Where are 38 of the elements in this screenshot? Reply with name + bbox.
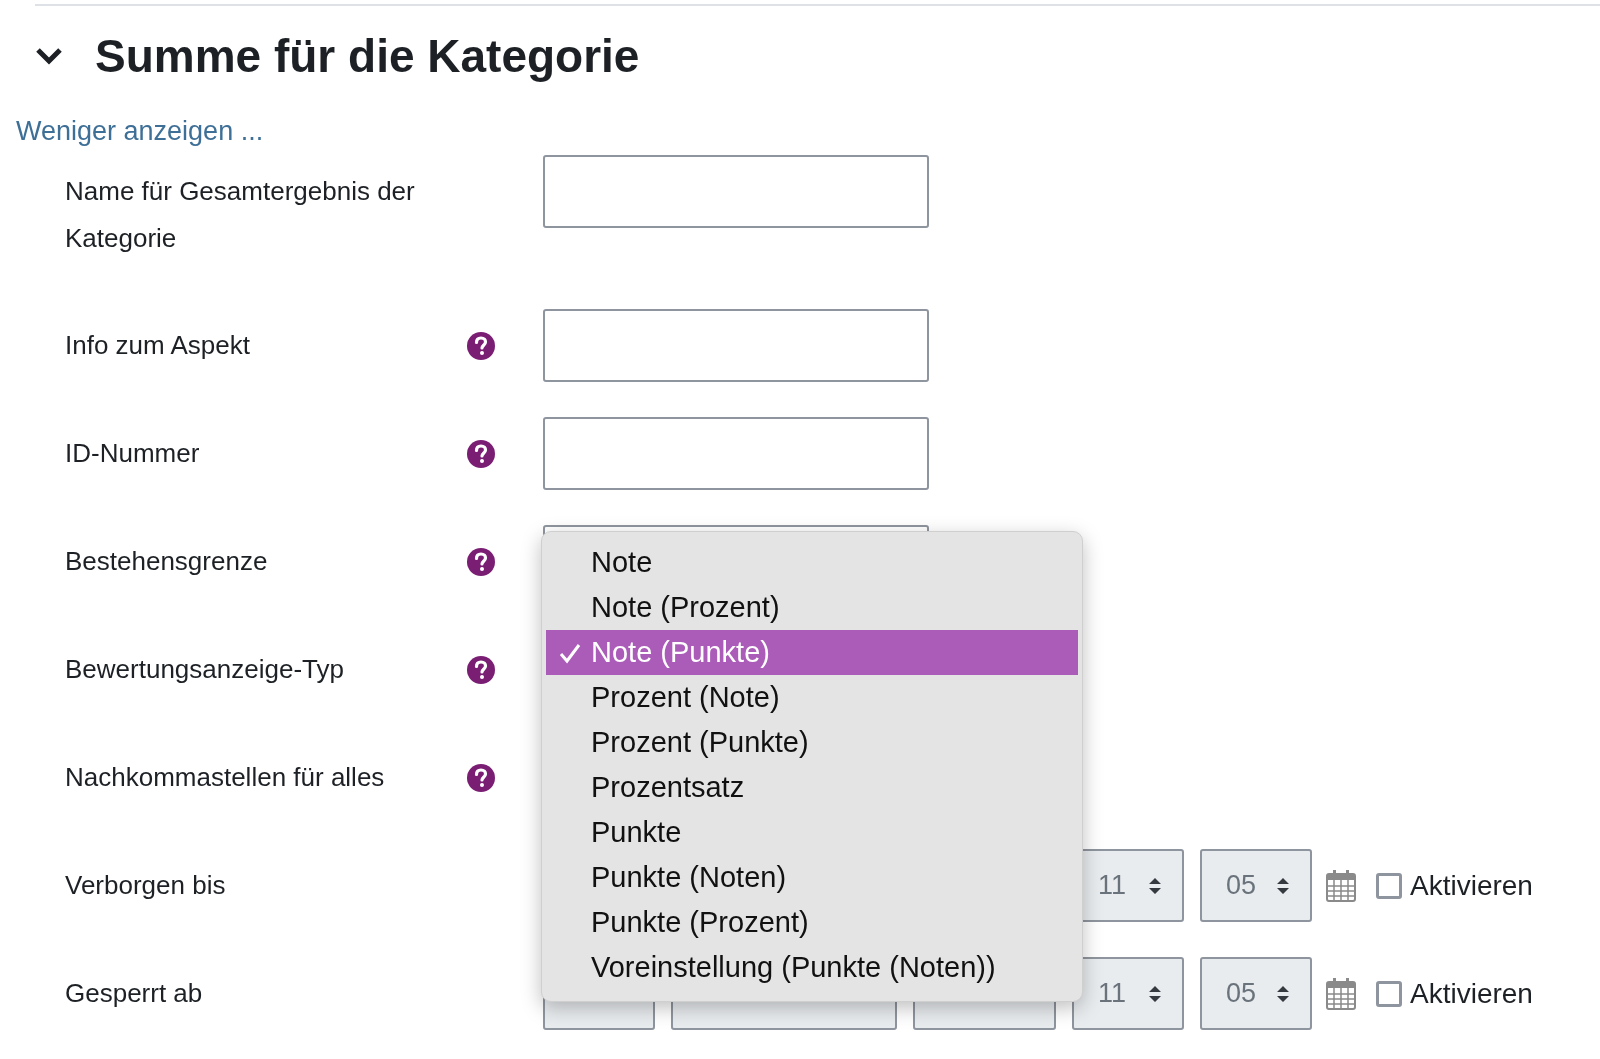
minute-select[interactable]: 05 (1200, 957, 1312, 1030)
sort-arrows-icon (1276, 875, 1290, 896)
field-label: Bewertungsanzeige-Typ (65, 653, 345, 686)
dropdown-option[interactable]: Note (Punkte) (546, 630, 1078, 675)
field-label: Gesperrt ab (65, 977, 204, 1010)
dropdown-option[interactable]: Prozent (Punkte) (546, 720, 1078, 765)
help-icon[interactable] (467, 763, 495, 792)
show-less-link[interactable]: Weniger anzeigen ... (16, 116, 264, 147)
field-label: Verborgen bis (65, 869, 227, 902)
field-label: Name für Gesamtergebnis der Kategorie (65, 175, 416, 255)
enable-label: Aktivieren (1410, 977, 1533, 1010)
field-label: Nachkommastellen für alles (65, 761, 386, 794)
field-label: Bestehensgrenze (65, 545, 269, 578)
text-input[interactable] (543, 155, 929, 228)
dropdown-option[interactable]: Prozent (Note) (546, 675, 1078, 720)
dropdown-option[interactable]: Prozentsatz (546, 765, 1078, 810)
hour-select[interactable]: 11 (1072, 957, 1184, 1030)
calendar-icon[interactable] (1326, 869, 1356, 902)
help-icon[interactable] (467, 439, 495, 468)
sort-arrows-icon (1276, 983, 1290, 1004)
sort-arrows-icon (1148, 875, 1162, 896)
help-icon[interactable] (467, 547, 495, 576)
section-title: Summe für die Kategorie (95, 29, 640, 83)
enable-checkbox[interactable] (1376, 872, 1402, 899)
dropdown-option[interactable]: Note (Prozent) (546, 585, 1078, 630)
sort-arrows-icon (1148, 983, 1162, 1004)
help-icon[interactable] (467, 655, 495, 684)
calendar-icon[interactable] (1326, 977, 1356, 1010)
enable-checkbox[interactable] (1376, 980, 1402, 1007)
chevron-down-icon[interactable] (35, 47, 63, 65)
dropdown-option[interactable]: Note (546, 540, 1078, 585)
enable-label: Aktivieren (1410, 869, 1533, 902)
minute-select[interactable]: 05 (1200, 849, 1312, 922)
field-label: ID-Nummer (65, 437, 201, 470)
field-label: Info zum Aspekt (65, 329, 251, 362)
help-icon[interactable] (467, 331, 495, 360)
text-input[interactable] (543, 417, 929, 490)
text-input[interactable] (543, 309, 929, 382)
